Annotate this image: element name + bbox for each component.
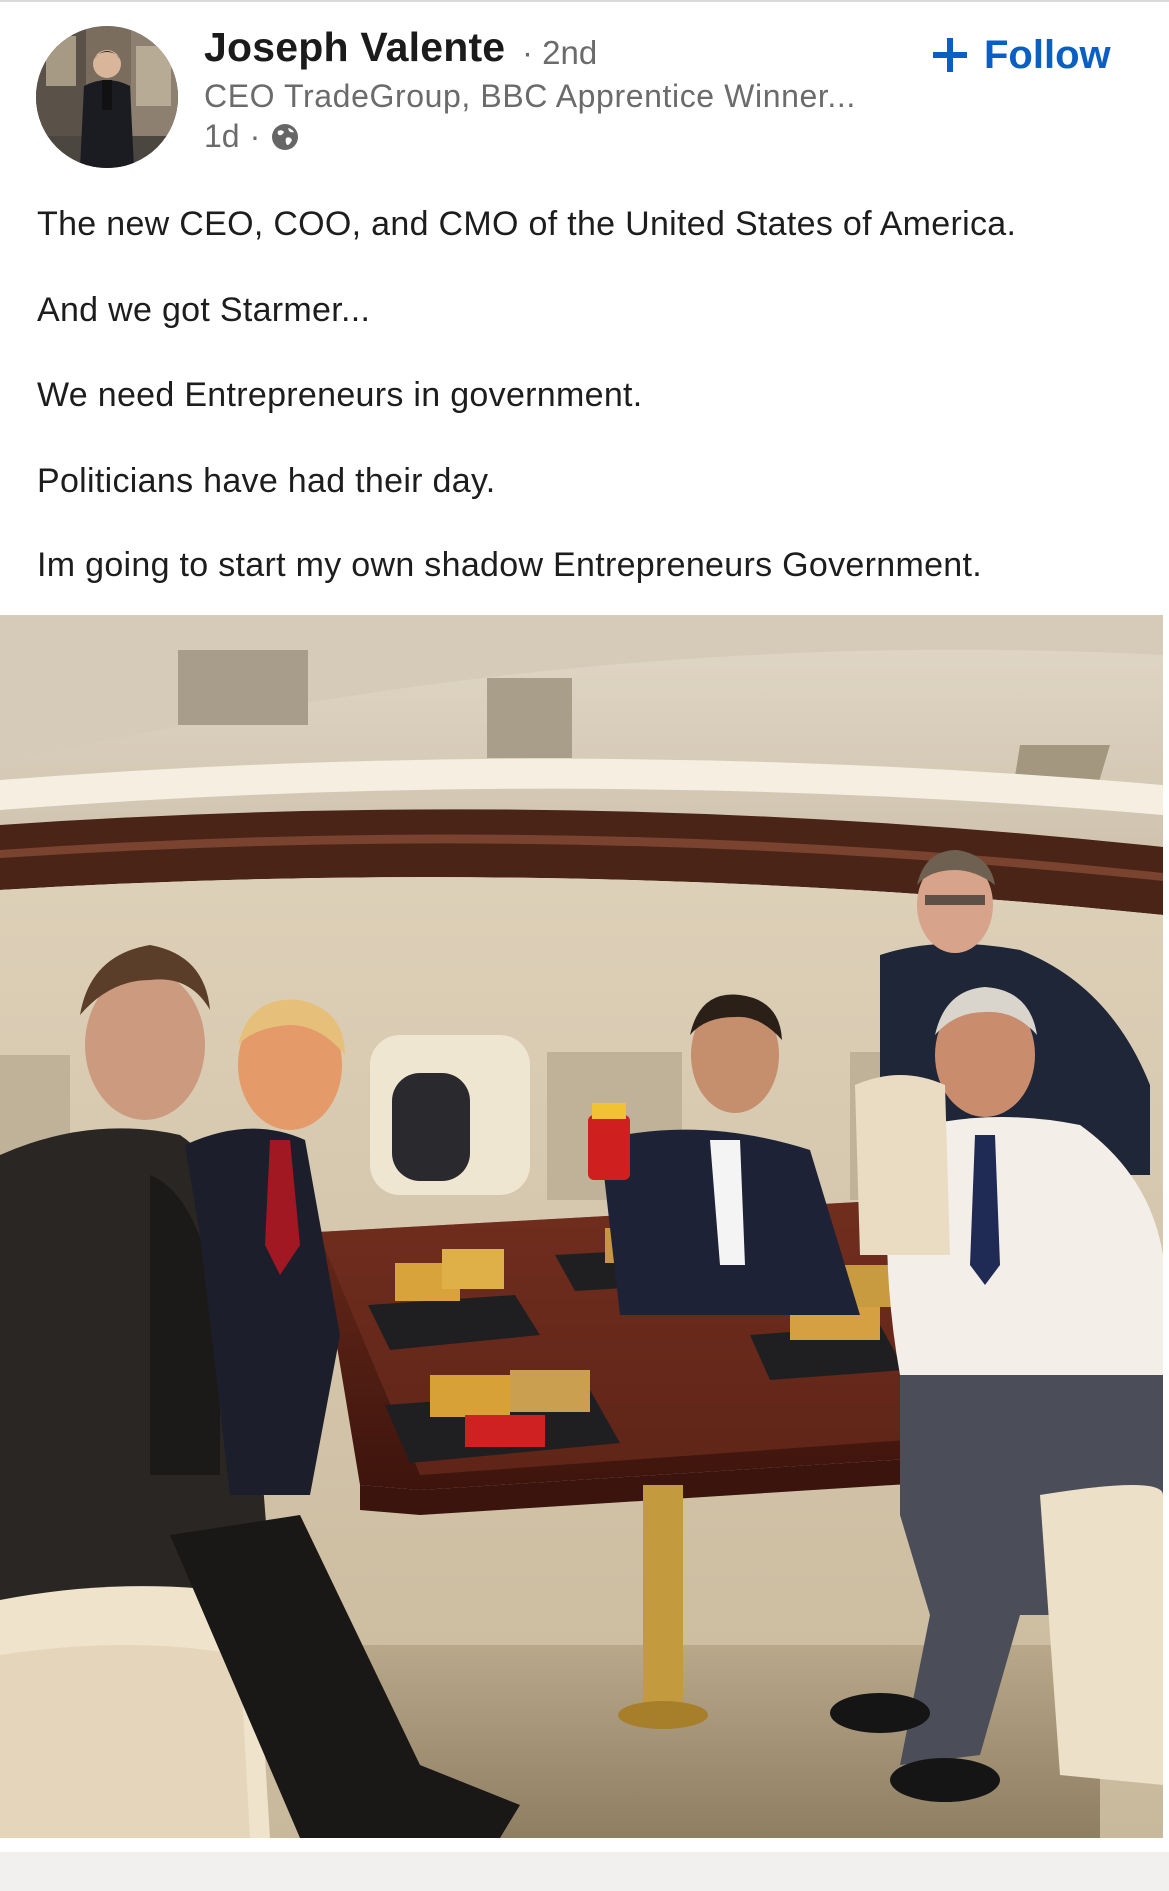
follow-label: Follow	[984, 32, 1111, 77]
post-text-line: Im going to start my own shadow Entrepre…	[37, 546, 982, 584]
author-avatar[interactable]	[36, 26, 178, 168]
post-image[interactable]	[0, 615, 1163, 1838]
globe-icon	[270, 122, 300, 152]
post-image-graphic	[0, 615, 1163, 1838]
post-time: 1d	[204, 118, 240, 154]
plus-icon	[930, 35, 970, 75]
meta-separator: ·	[249, 118, 261, 154]
bottom-divider	[0, 1852, 1169, 1891]
author-headline: CEO TradeGroup, BBC Apprentice Winner...	[204, 78, 856, 114]
avatar-photo-image	[36, 26, 178, 168]
post-text-line: And we got Starmer...	[37, 291, 371, 329]
follow-button[interactable]: Follow	[930, 30, 1111, 80]
post-text-line: We need Entrepreneurs in government.	[37, 376, 643, 414]
post-text-line: Politicians have had their day.	[37, 462, 496, 500]
connection-degree: · 2nd	[522, 34, 598, 71]
post-meta: 1d ·	[204, 118, 300, 155]
top-divider	[0, 0, 1169, 2]
author-name[interactable]: Joseph Valente	[204, 24, 505, 71]
post-text-line: The new CEO, COO, and CMO of the United …	[37, 205, 1017, 243]
